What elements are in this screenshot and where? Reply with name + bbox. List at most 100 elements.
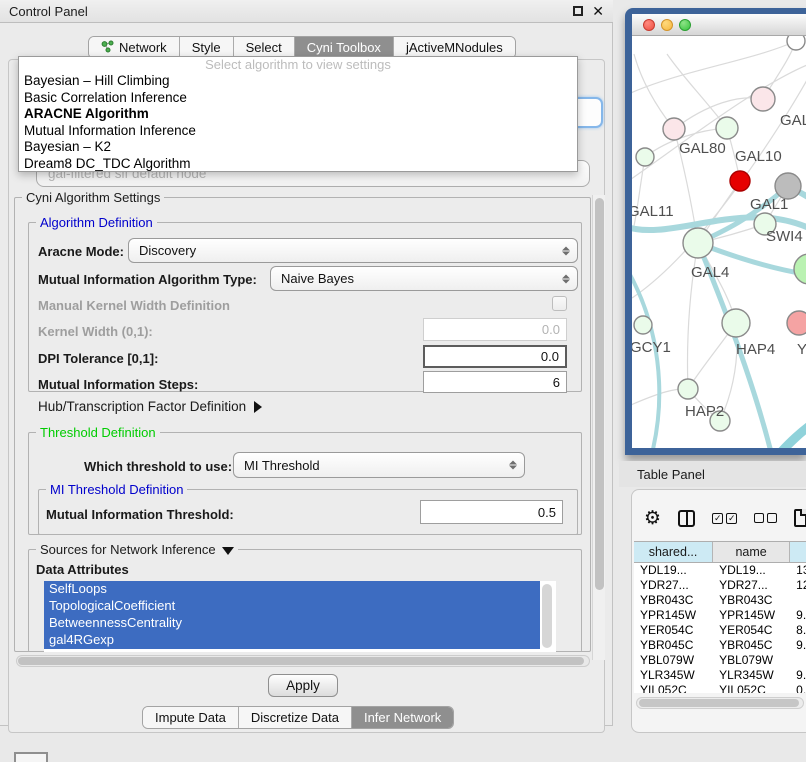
tab-discretize-data[interactable]: Discretize Data: [239, 707, 352, 728]
table-row[interactable]: YBR045CYBR045C9.: [634, 638, 806, 653]
close-icon[interactable]: ✕: [592, 6, 604, 16]
table-cell: YBL079W: [634, 653, 713, 668]
node-gal10[interactable]: [716, 117, 738, 139]
which-threshold-combo[interactable]: MI Threshold: [233, 452, 525, 478]
manual-kernel-checkbox[interactable]: [552, 296, 567, 311]
tab-label: Select: [246, 40, 282, 55]
collapsed-panel-icon[interactable]: [14, 752, 48, 762]
node-hap2[interactable]: [678, 379, 698, 399]
column-header-cut[interactable]: [790, 542, 806, 562]
tab-network[interactable]: Network: [89, 37, 180, 58]
table-row[interactable]: YDL19...YDL19...13: [634, 563, 806, 578]
sources-group-title[interactable]: Sources for Network Inference: [36, 542, 238, 557]
checked-boxes-icon[interactable]: ✓✓: [712, 513, 737, 524]
algorithm-option[interactable]: Basic Correlation Inference: [19, 90, 577, 107]
table-row[interactable]: YER054CYER054C8.: [634, 623, 806, 638]
aracne-mode-combo[interactable]: Discovery: [128, 238, 578, 263]
minimize-traffic-light-icon[interactable]: [661, 19, 673, 31]
node-red[interactable]: [730, 171, 750, 191]
node-y-cut[interactable]: [787, 311, 806, 335]
apply-button[interactable]: Apply: [268, 674, 338, 697]
table-row[interactable]: YBR043CYBR043C: [634, 593, 806, 608]
attribute-item[interactable]: TopologicalCoefficient: [44, 598, 540, 615]
zoom-traffic-light-icon[interactable]: [679, 19, 691, 31]
node-hap2-label: HAP2: [685, 403, 724, 420]
table-toolbar: ⚙ ✓✓: [632, 498, 806, 538]
tab-cyni-toolbox[interactable]: Cyni Toolbox: [295, 37, 394, 58]
table-row[interactable]: YIL052CYIL052C0.: [634, 683, 806, 693]
tab-label: jActiveMNodules: [406, 40, 503, 55]
mi-algorithm-type-combo[interactable]: Naive Bayes: [270, 266, 578, 291]
tab-infer-network[interactable]: Infer Network: [352, 707, 453, 728]
columns-icon[interactable]: [678, 510, 695, 527]
tab-select[interactable]: Select: [234, 37, 295, 58]
float-icon[interactable]: [573, 6, 583, 16]
table-cell: YDR27...: [713, 578, 790, 593]
table-row[interactable]: YBL079WYBL079W: [634, 653, 806, 668]
node-gal-cut[interactable]: [751, 87, 775, 111]
mi-threshold-field[interactable]: 0.5: [420, 500, 563, 524]
table-cell: YBR043C: [634, 593, 713, 608]
algorithm-option[interactable]: ARACNE Algorithm: [19, 106, 577, 123]
tab-label: Cyni Toolbox: [307, 40, 381, 55]
node-gal11[interactable]: [636, 148, 654, 166]
algorithm-option[interactable]: Bayesian – Hill Climbing: [19, 73, 577, 90]
table-cell: 9.: [790, 638, 806, 653]
table-cell: YIL052C: [713, 683, 790, 693]
settings-vertical-scrollbar[interactable]: [592, 195, 605, 660]
column-header-name[interactable]: name: [713, 542, 790, 562]
algorithm-option[interactable]: Dream8 DC_TDC Algorithm: [19, 156, 577, 173]
hub-section-toggle[interactable]: Hub/Transcription Factor Definition: [38, 399, 262, 414]
attribute-item[interactable]: SelfLoops: [44, 581, 540, 598]
network-canvas[interactable]: GALGAL80GAL10GAL11GAL1GAL4SWI4GCY1HAP4YH…: [632, 36, 806, 448]
stepper-icon: [562, 246, 570, 255]
algorithm-option[interactable]: Bayesian – K2: [19, 139, 577, 156]
node-partial-top[interactable]: [787, 36, 805, 50]
table-cell: YLR345W: [634, 668, 713, 683]
algorithm-option[interactable]: Mutual Information Inference: [19, 123, 577, 140]
table-header-row: shared...name: [634, 541, 806, 563]
control-panel-title: Control Panel: [9, 4, 88, 19]
column-header-shared...[interactable]: shared...: [634, 542, 713, 562]
tab-impute-data[interactable]: Impute Data: [143, 707, 239, 728]
table-row[interactable]: YLR345WYLR345W9.: [634, 668, 806, 683]
node-gal11-label: GAL11: [632, 203, 674, 220]
node-hap4[interactable]: [722, 309, 750, 337]
node-y-cut-label: Y: [797, 341, 806, 358]
attribute-item[interactable]: gal4RGexp: [44, 632, 540, 649]
document-icon[interactable]: [794, 509, 806, 527]
table-cell: YDL19...: [713, 563, 790, 578]
which-threshold-label: Which threshold to use:: [84, 459, 232, 474]
stepper-icon: [509, 461, 517, 470]
table-cell: YDL19...: [634, 563, 713, 578]
tab-style[interactable]: Style: [180, 37, 234, 58]
node-gal80[interactable]: [663, 118, 685, 140]
settings-horizontal-scrollbar[interactable]: [16, 655, 590, 667]
mi-threshold-group-title: MI Threshold Definition: [46, 482, 187, 497]
network-icon: [101, 40, 114, 56]
close-traffic-light-icon[interactable]: [643, 19, 655, 31]
node-table: shared...name YDL19...YDL19...13YDR27...…: [634, 541, 806, 693]
collapsed-arrow-icon: [254, 401, 262, 413]
attributes-list-scrollbar[interactable]: [542, 584, 552, 648]
gear-icon[interactable]: ⚙: [644, 508, 661, 528]
mi-steps-field[interactable]: 6: [423, 371, 567, 393]
table-cell: 8.: [790, 623, 806, 638]
table-row[interactable]: YDR27...YDR27...12: [634, 578, 806, 593]
table-cell: YLR345W: [713, 668, 790, 683]
table-row[interactable]: YPR145WYPR145W9.: [634, 608, 806, 623]
attribute-item[interactable]: BetweennessCentrality: [44, 615, 540, 632]
algorithm-definition-title: Algorithm Definition: [36, 215, 157, 230]
dpi-tolerance-field[interactable]: 0.0: [423, 345, 567, 368]
table-cell: YBL079W: [713, 653, 790, 668]
node-gcy1[interactable]: [634, 316, 652, 334]
kernel-width-field[interactable]: 0.0: [423, 318, 567, 341]
unchecked-boxes-icon[interactable]: [754, 513, 777, 523]
node-swi4[interactable]: [794, 254, 806, 284]
table-horizontal-scrollbar[interactable]: [636, 697, 804, 709]
mi-algorithm-type-value: Naive Bayes: [281, 271, 354, 286]
table-body: YDL19...YDL19...13YDR27...YDR27...12YBR0…: [634, 563, 806, 693]
tab-jactivemnodules[interactable]: jActiveMNodules: [394, 37, 515, 58]
cyni-algorithm-settings-title: Cyni Algorithm Settings: [22, 190, 164, 205]
node-gal4[interactable]: [683, 228, 713, 258]
